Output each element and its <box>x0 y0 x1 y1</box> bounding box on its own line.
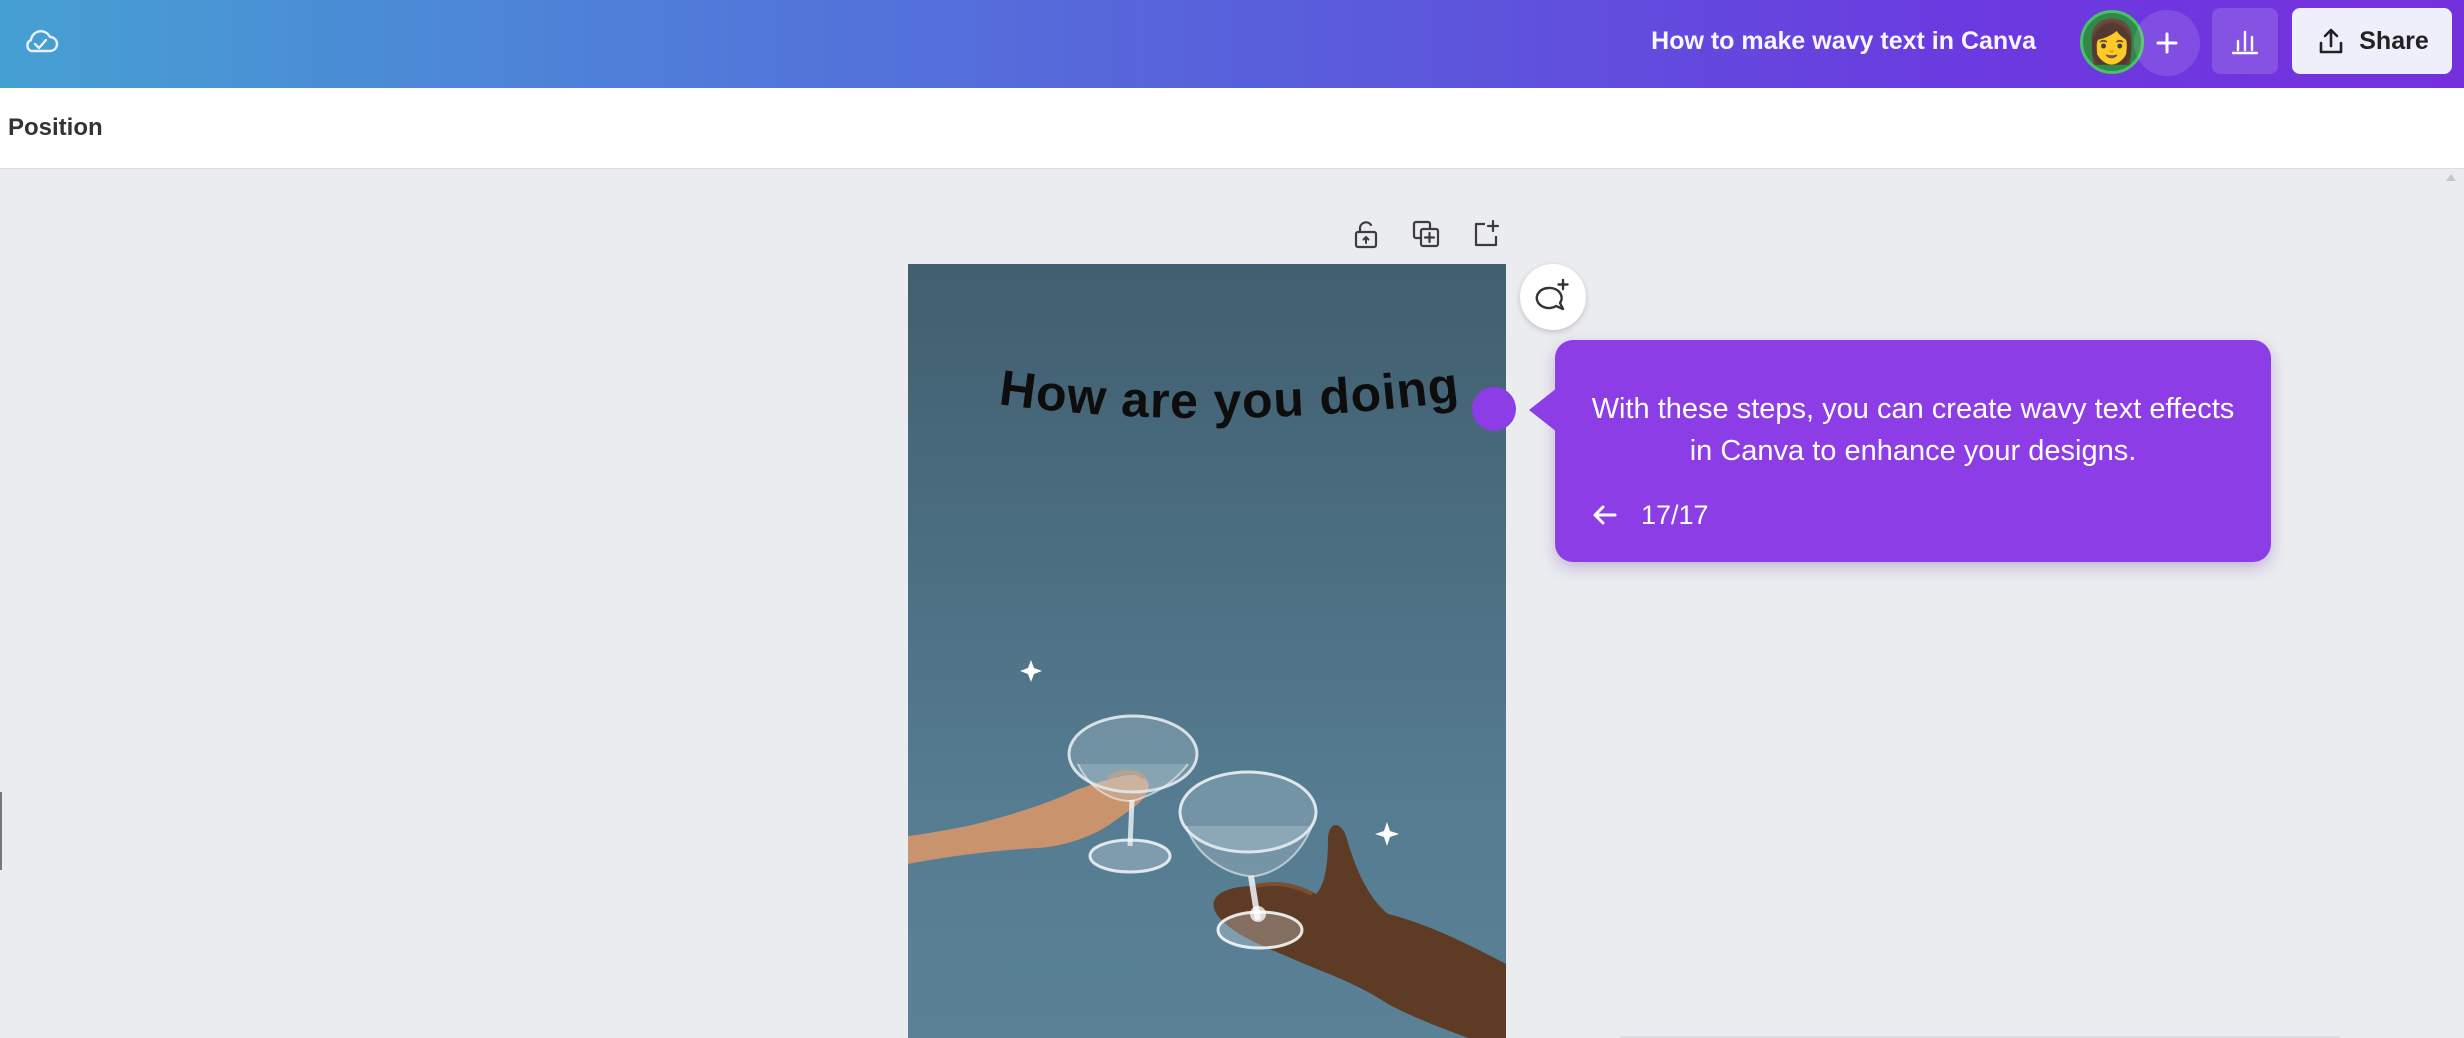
position-button[interactable]: Position <box>8 114 103 142</box>
tour-tooltip: With these steps, you can create wavy te… <box>1529 340 2271 562</box>
cloud-check-icon[interactable] <box>20 22 60 62</box>
add-collaborator-button[interactable] <box>2134 10 2200 76</box>
insights-button[interactable] <box>2212 8 2278 74</box>
tour-hotspot[interactable] <box>1472 387 1516 431</box>
scroll-up-arrow-icon[interactable] <box>2446 174 2456 181</box>
top-bar: How to make wavy text in Canva 👩 Share <box>0 0 2464 88</box>
context-toolbar: Position <box>0 88 2464 169</box>
left-panel-handle[interactable] <box>0 792 2 870</box>
tour-message: With these steps, you can create wavy te… <box>1591 393 2235 467</box>
svg-text:How are you doing?: How are you doing? <box>908 264 1462 429</box>
bar-chart-icon <box>2231 30 2259 55</box>
avatar-emoji: 👩 <box>2085 18 2139 65</box>
document-title[interactable]: How to make wavy text in Canva <box>1651 27 2036 56</box>
comment-add-icon <box>1535 278 1569 311</box>
lock-icon[interactable] <box>1346 214 1386 254</box>
page-tools <box>1346 214 1506 254</box>
duplicate-page-icon[interactable] <box>1406 214 1446 254</box>
share-button[interactable]: Share <box>2292 8 2452 74</box>
tour-step-counter: 17/17 <box>1641 500 1709 530</box>
wavy-text: How are you doing? <box>908 264 1461 429</box>
share-label: Share <box>2359 26 2429 55</box>
upload-icon <box>2319 28 2343 54</box>
design-canvas[interactable]: How are you doing? <box>908 264 1506 1038</box>
cheers-photo <box>908 660 1506 1038</box>
wavy-text-element[interactable]: How are you doing? <box>908 264 1506 504</box>
add-page-icon[interactable] <box>1466 214 1506 254</box>
add-comment-button[interactable] <box>1520 264 1586 330</box>
plus-icon <box>2156 32 2178 54</box>
arrow-left-icon[interactable] <box>1585 498 1625 532</box>
